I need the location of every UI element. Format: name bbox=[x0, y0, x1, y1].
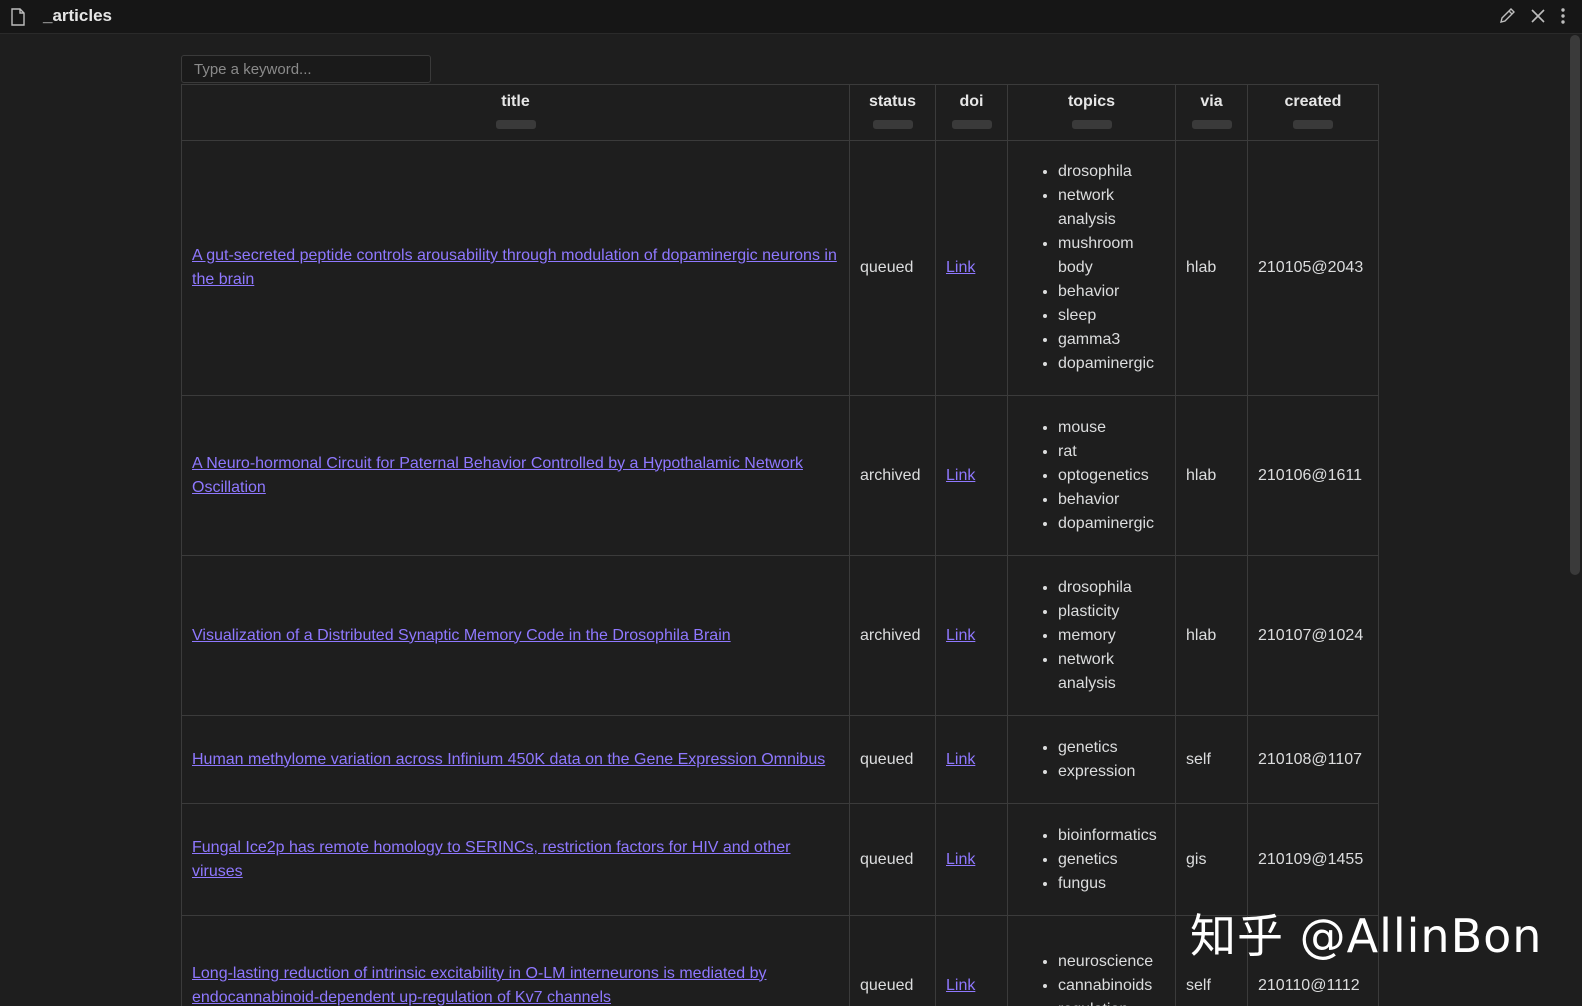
vertical-scrollbar[interactable] bbox=[1570, 35, 1580, 575]
article-title-link[interactable]: Fungal Ice2p has remote homology to SERI… bbox=[192, 839, 791, 880]
topic-item: neuroscience bbox=[1058, 950, 1165, 974]
article-title-link[interactable]: Human methylome variation across Infiniu… bbox=[192, 751, 825, 768]
status-cell: queued bbox=[849, 140, 936, 396]
created-cell: 210109@1455 bbox=[1247, 803, 1379, 916]
table-row: Visualization of a Distributed Synaptic … bbox=[181, 555, 1379, 716]
doi-link[interactable]: Link bbox=[946, 259, 975, 276]
topic-item: memory bbox=[1058, 624, 1165, 648]
status-cell: queued bbox=[849, 915, 936, 1006]
topic-item: mushroom body bbox=[1058, 232, 1165, 280]
table-row: Human methylome variation across Infiniu… bbox=[181, 715, 1379, 804]
doi-link[interactable]: Link bbox=[946, 751, 975, 768]
header-row: title status doi topics via created bbox=[181, 84, 1379, 141]
table-row: A Neuro-hormonal Circuit for Paternal Be… bbox=[181, 395, 1379, 556]
topic-item: gamma3 bbox=[1058, 328, 1165, 352]
created-cell: 210105@2043 bbox=[1247, 140, 1379, 396]
topic-item: optogenetics bbox=[1058, 464, 1165, 488]
topic-item: drosophila bbox=[1058, 160, 1165, 184]
column-header-created[interactable]: created bbox=[1247, 84, 1379, 141]
topic-item: dopaminergic bbox=[1058, 352, 1165, 376]
topic-item: expression bbox=[1058, 760, 1165, 784]
topic-item: cannabinoids bbox=[1058, 974, 1165, 998]
table-row: Fungal Ice2p has remote homology to SERI… bbox=[181, 803, 1379, 916]
created-cell: 210108@1107 bbox=[1247, 715, 1379, 804]
topic-item: mouse bbox=[1058, 416, 1165, 440]
topics-list: mouse rat optogenetics behavior dopamine… bbox=[1018, 416, 1165, 536]
via-cell: hlab bbox=[1175, 555, 1248, 716]
topic-item: network analysis bbox=[1058, 184, 1165, 232]
column-filter-handle[interactable] bbox=[951, 120, 992, 129]
article-title-link[interactable]: A Neuro-hormonal Circuit for Paternal Be… bbox=[192, 455, 803, 496]
topic-item: plasticity bbox=[1058, 600, 1165, 624]
topic-item: sleep bbox=[1058, 304, 1165, 328]
topic-item: drosophila bbox=[1058, 576, 1165, 600]
created-cell: 210106@1611 bbox=[1247, 395, 1379, 556]
column-header-topics[interactable]: topics bbox=[1007, 84, 1176, 141]
topic-item: genetics bbox=[1058, 848, 1165, 872]
column-header-status[interactable]: status bbox=[849, 84, 936, 141]
via-cell: hlab bbox=[1175, 395, 1248, 556]
topic-item: bioinformatics bbox=[1058, 824, 1165, 848]
search-input[interactable] bbox=[181, 55, 431, 83]
topics-list: genetics expression bbox=[1018, 736, 1165, 784]
column-filter-handle[interactable] bbox=[495, 120, 536, 129]
title-bar: _articles bbox=[0, 0, 1582, 34]
topic-item: dopaminergic bbox=[1058, 512, 1165, 536]
column-filter-handle[interactable] bbox=[1071, 120, 1112, 129]
article-title-link[interactable]: Long-lasting reduction of intrinsic exci… bbox=[192, 965, 767, 1006]
table-row: A gut-secreted peptide controls arousabi… bbox=[181, 140, 1379, 396]
watermark: 知乎 @AllinBon bbox=[1190, 909, 1543, 963]
topic-item: genetics bbox=[1058, 736, 1165, 760]
topics-list: bioinformatics genetics fungus bbox=[1018, 824, 1165, 896]
file-icon bbox=[10, 8, 26, 31]
via-cell: gis bbox=[1175, 803, 1248, 916]
column-header-doi[interactable]: doi bbox=[935, 84, 1008, 141]
more-options-icon[interactable] bbox=[1560, 7, 1566, 30]
topic-item: regulation bbox=[1058, 998, 1165, 1006]
topic-item: behavior bbox=[1058, 488, 1165, 512]
topic-item: rat bbox=[1058, 440, 1165, 464]
created-cell: 210107@1024 bbox=[1247, 555, 1379, 716]
article-title-link[interactable]: Visualization of a Distributed Synaptic … bbox=[192, 627, 731, 644]
topics-list: drosophila network analysis mushroom bod… bbox=[1018, 160, 1165, 376]
via-cell: self bbox=[1175, 715, 1248, 804]
status-cell: archived bbox=[849, 395, 936, 556]
column-header-via[interactable]: via bbox=[1175, 84, 1248, 141]
topic-item: fungus bbox=[1058, 872, 1165, 896]
status-cell: queued bbox=[849, 715, 936, 804]
status-cell: queued bbox=[849, 803, 936, 916]
topics-list: drosophila plasticity memory network ana… bbox=[1018, 576, 1165, 696]
content-area: title status doi topics via created A gu… bbox=[0, 35, 1568, 1006]
close-icon[interactable] bbox=[1530, 8, 1546, 29]
topic-item: network analysis bbox=[1058, 648, 1165, 696]
window-title: _articles bbox=[43, 6, 112, 25]
column-filter-handle[interactable] bbox=[1293, 120, 1333, 129]
topics-list: neuroscience cannabinoids regulation bbox=[1018, 950, 1165, 1006]
topic-item: behavior bbox=[1058, 280, 1165, 304]
column-header-title[interactable]: title bbox=[181, 84, 850, 141]
article-title-link[interactable]: A gut-secreted peptide controls arousabi… bbox=[192, 247, 837, 288]
column-filter-handle[interactable] bbox=[1191, 120, 1232, 129]
doi-link[interactable]: Link bbox=[946, 627, 975, 644]
articles-table: title status doi topics via created A gu… bbox=[181, 84, 1379, 1006]
doi-link[interactable]: Link bbox=[946, 977, 975, 994]
edit-icon[interactable] bbox=[1498, 7, 1516, 30]
via-cell: hlab bbox=[1175, 140, 1248, 396]
doi-link[interactable]: Link bbox=[946, 851, 975, 868]
status-cell: archived bbox=[849, 555, 936, 716]
column-filter-handle[interactable] bbox=[872, 120, 913, 129]
doi-link[interactable]: Link bbox=[946, 467, 975, 484]
